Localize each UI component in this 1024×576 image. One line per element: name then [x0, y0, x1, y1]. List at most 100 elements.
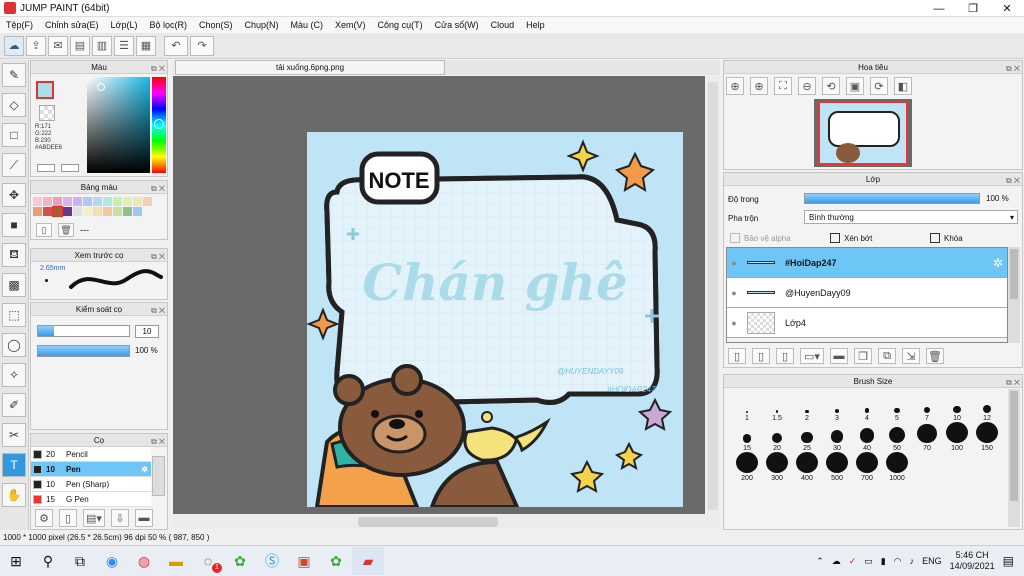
brush-size-option[interactable]: 400	[792, 452, 822, 482]
antivirus-icon[interactable]: ✓	[849, 556, 857, 567]
color-swatch[interactable]	[83, 207, 92, 216]
list-icon[interactable]: ☰	[114, 35, 134, 56]
chrome-icon[interactable]: ◍	[128, 547, 160, 575]
brush-size-option[interactable]: 4	[852, 392, 882, 422]
brush-size-option[interactable]: 150	[972, 422, 1002, 452]
color-swatch[interactable]	[43, 207, 52, 216]
brush-size-option[interactable]: 40	[852, 422, 882, 452]
color-swatch[interactable]	[103, 207, 112, 216]
new-brush-icon[interactable]: ▯	[59, 509, 77, 527]
rotate-right-icon[interactable]: ⟳	[870, 77, 888, 95]
layer-row[interactable]: ● #HoiDap247 ✲	[727, 248, 1007, 278]
powerpoint-icon[interactable]: ▣	[288, 547, 320, 575]
artwork-canvas[interactable]: NOTE Chán ghê @HUYENDAYY09 #HOIDAP247	[307, 132, 683, 507]
language-indicator[interactable]: ENG	[922, 556, 942, 566]
clock[interactable]: 5:46 CH 14/09/2021	[950, 550, 995, 572]
brush-size-option[interactable]: 15	[732, 422, 762, 452]
brush-size-option[interactable]: 500	[822, 452, 852, 482]
gear-icon[interactable]: ✲	[141, 465, 148, 474]
brush-item-pen[interactable]: 10 Pen ✲	[31, 462, 151, 477]
brush-item-pencil[interactable]: 20 Pencil	[31, 447, 151, 462]
notifications-icon[interactable]: ▤	[1003, 554, 1014, 568]
layer-row[interactable]: ● @HuyenDayy09	[727, 278, 1007, 308]
eraser-tool-icon[interactable]: ◇	[2, 93, 26, 117]
zoom-app-icon[interactable]: ◉	[96, 547, 128, 575]
jump-paint-taskbar-icon[interactable]: ▰	[352, 547, 384, 575]
zoom-in-icon[interactable]: ⊕	[750, 77, 768, 95]
import-brush-icon[interactable]: ⇩	[111, 509, 129, 527]
new-layer-1bit-icon[interactable]: ▯	[776, 348, 794, 364]
copy-brush-icon[interactable]: ▤▾	[83, 509, 105, 527]
brush-opacity-slider[interactable]	[37, 345, 130, 357]
brush-size-input[interactable]: 10	[135, 325, 159, 338]
brush-size-option[interactable]: 30	[822, 422, 852, 452]
canvas-area[interactable]: NOTE Chán ghê @HUYENDAYY09 #HOIDAP247	[173, 76, 705, 514]
eye-icon[interactable]: ●	[727, 288, 741, 298]
network-icon[interactable]: ▭	[864, 556, 873, 567]
menu-color[interactable]: Màu (C)	[285, 20, 330, 30]
brush-size-option[interactable]: 5	[882, 392, 912, 422]
brush-size-option[interactable]: 1.5	[762, 392, 792, 422]
search-icon[interactable]: ⚲	[32, 547, 64, 575]
color-swatch[interactable]	[123, 207, 132, 216]
transfer-layer-icon[interactable]: ⇲	[902, 348, 920, 364]
layer-opacity-slider[interactable]	[804, 193, 980, 204]
color-swatch[interactable]	[103, 197, 112, 206]
color-swatch[interactable]	[83, 197, 92, 206]
brush-size-option[interactable]: 3	[822, 392, 852, 422]
color-swatch[interactable]	[73, 207, 82, 216]
menu-select[interactable]: Chọn(S)	[193, 20, 239, 30]
lock-checkbox[interactable]	[930, 233, 940, 243]
onedrive-icon[interactable]: ☁	[832, 556, 841, 567]
brush-item-g-pen[interactable]: 15 G Pen	[31, 492, 151, 507]
primary-color-swatch[interactable]	[36, 81, 54, 99]
restore-button[interactable]: ❐	[956, 0, 990, 17]
select-rect-tool-icon[interactable]: ⬚	[2, 303, 26, 327]
color-swatch[interactable]	[53, 197, 62, 206]
flip-icon[interactable]: ◧	[894, 77, 912, 95]
zoom-fit-icon[interactable]: ⊕	[726, 77, 744, 95]
app-green-icon[interactable]: ✿	[224, 547, 256, 575]
saturation-value-picker[interactable]	[87, 77, 150, 173]
comment-icon[interactable]: ✉	[48, 35, 68, 56]
text-tool-icon[interactable]: T	[2, 453, 26, 477]
layer-list-scrollbar[interactable]	[1008, 247, 1020, 343]
export-icon[interactable]: ⇪	[26, 35, 46, 56]
menu-help[interactable]: Help	[520, 20, 551, 30]
menu-view[interactable]: Xem(V)	[329, 20, 372, 30]
bucket-tool-icon[interactable]: ⛾	[2, 243, 26, 267]
color-picker-cursor[interactable]	[97, 83, 105, 91]
hue-slider[interactable]	[152, 77, 166, 173]
brush-size-option[interactable]: 700	[852, 452, 882, 482]
menu-tools[interactable]: Công cụ(T)	[372, 20, 429, 30]
brush-size-option[interactable]: 25	[792, 422, 822, 452]
layer-menu-icon[interactable]: ▭▾	[800, 348, 824, 364]
close-button[interactable]: ✕	[990, 0, 1024, 17]
move-tool-icon[interactable]: ✥	[2, 183, 26, 207]
color-swatch[interactable]	[63, 197, 72, 206]
skype-icon[interactable]: Ⓢ	[256, 547, 288, 575]
app-green-2-icon[interactable]: ✿	[320, 547, 352, 575]
duplicate-layer-icon[interactable]: ❐	[854, 348, 872, 364]
navigator-preview[interactable]	[814, 99, 912, 167]
grid-icon[interactable]: ▦	[136, 35, 156, 56]
delete-swatch-icon[interactable]: 🗑	[58, 223, 74, 237]
new-layer-icon[interactable]: ▯	[728, 348, 746, 364]
rotate-left-icon[interactable]: ⟲	[822, 77, 840, 95]
chevron-up-icon[interactable]: ⌃	[816, 556, 824, 567]
fit-window-icon[interactable]: ⛶	[774, 77, 792, 95]
delete-layer-icon[interactable]: 🗑	[926, 348, 944, 364]
messenger-icon[interactable]: ◌ 1	[192, 547, 224, 575]
brush-size-option[interactable]: 70	[912, 422, 942, 452]
color-swatch[interactable]	[73, 197, 82, 206]
color-swatch[interactable]	[33, 207, 42, 216]
color-swatch[interactable]	[63, 207, 72, 216]
brush-size-option[interactable]: 7	[912, 392, 942, 422]
color-swatch[interactable]	[123, 197, 132, 206]
color-swap-button[interactable]	[61, 164, 79, 172]
blend-mode-select[interactable]: Bình thường ▾	[804, 210, 1018, 224]
protect-alpha-checkbox[interactable]	[730, 233, 740, 243]
brush-size-option[interactable]: 50	[882, 422, 912, 452]
message-icon[interactable]: ▤	[70, 35, 90, 56]
horizontal-scroll-thumb[interactable]	[358, 517, 498, 527]
